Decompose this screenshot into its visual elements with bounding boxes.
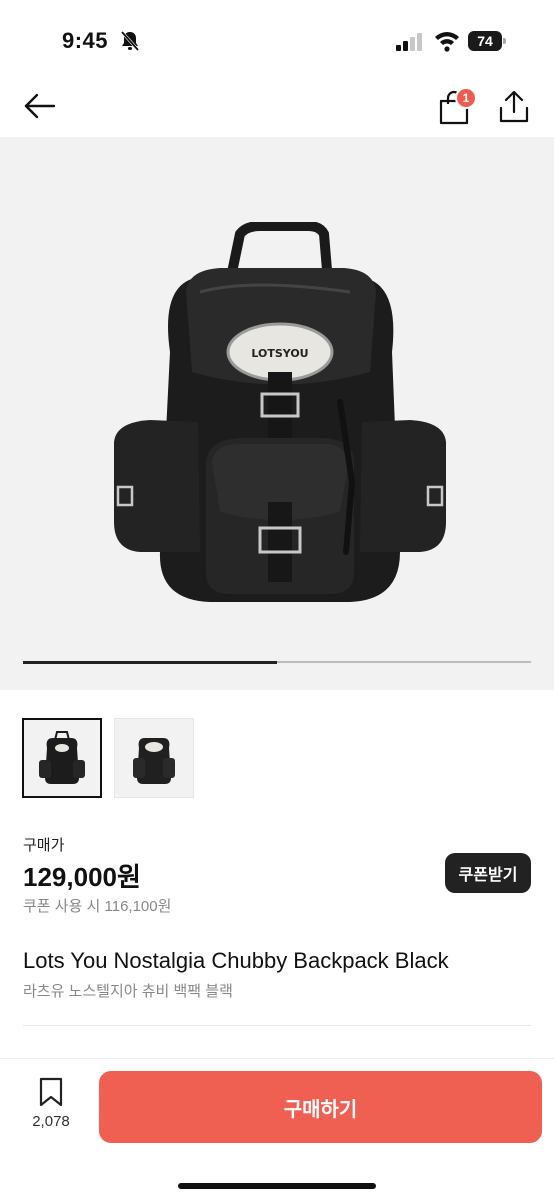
buy-button[interactable]: 구매하기: [99, 1071, 542, 1143]
thumbnail-image: [133, 738, 175, 784]
product-image-gallery[interactable]: LOTSYOU: [0, 137, 554, 690]
status-time: 9:45: [62, 28, 109, 53]
get-coupon-button[interactable]: 쿠폰받기: [445, 853, 531, 893]
gallery-progress-fill: [23, 660, 277, 664]
wishlist-count: 2,078: [32, 1113, 70, 1130]
bell-off-icon: [120, 31, 140, 51]
battery-tip: [503, 38, 506, 44]
wifi-icon: [435, 32, 459, 52]
bottom-action-bar: 2,078 구매하기: [0, 1058, 554, 1200]
wishlist-button[interactable]: 2,078: [20, 1077, 82, 1147]
price-label: 구매가: [23, 837, 65, 854]
coupon-price: 쿠폰 사용 시 116,100원: [23, 898, 172, 915]
thumbnail-1[interactable]: [22, 718, 102, 798]
status-bar: 9:45 74: [0, 0, 554, 80]
svg-text:LOTSYOU: LOTSYOU: [251, 347, 308, 360]
nav-bar: 1: [0, 80, 554, 136]
product-subtitle: 라츠유 노스텔지아 츄비 백팩 블랙: [23, 983, 233, 1000]
product-title: Lots You Nostalgia Chubby Backpack Black: [23, 948, 449, 973]
gallery-progress-track: [23, 660, 531, 664]
divider: [23, 1025, 531, 1026]
product-image: LOTSYOU: [114, 222, 446, 602]
thumbnail-image: [39, 731, 85, 784]
cart-badge: 1: [455, 87, 477, 109]
signal-icon: [396, 33, 422, 51]
thumbnail-strip: [22, 718, 194, 798]
share-icon[interactable]: [498, 90, 530, 124]
price: 129,000원: [23, 862, 141, 892]
bookmark-icon: [39, 1077, 63, 1107]
battery-level: 74: [468, 31, 502, 51]
back-arrow-icon[interactable]: [22, 88, 58, 124]
home-indicator: [178, 1183, 376, 1189]
battery-indicator: 74: [468, 31, 508, 51]
thumbnail-2[interactable]: [114, 718, 194, 798]
